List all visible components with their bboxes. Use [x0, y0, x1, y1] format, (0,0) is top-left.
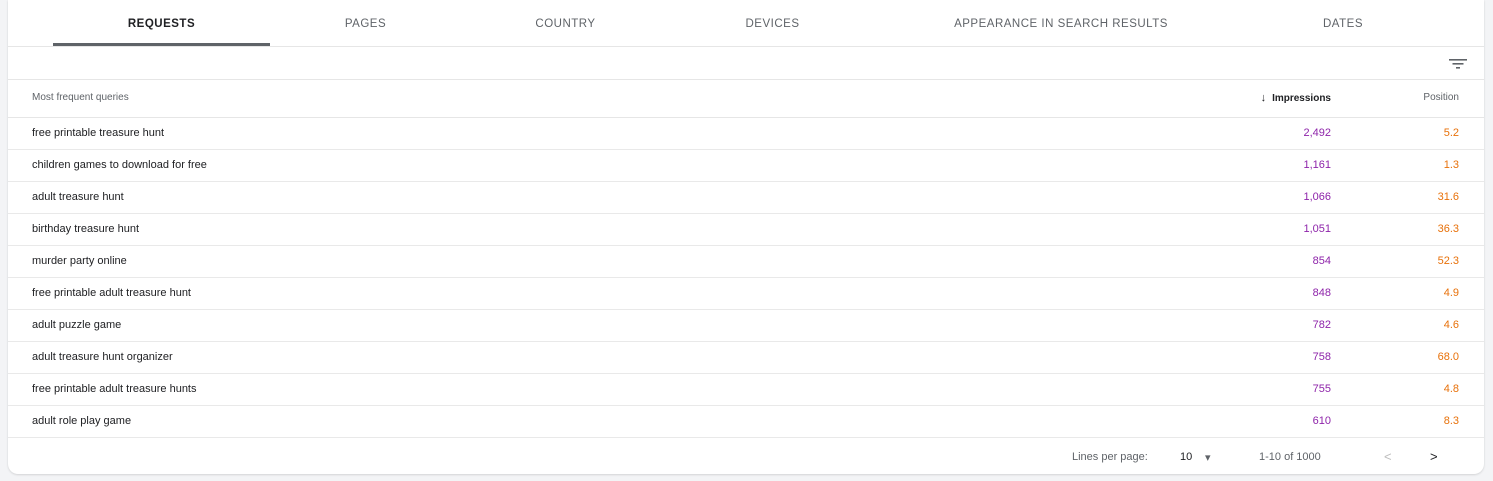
table-row[interactable]: adult treasure hunt organizer 758 68.0	[8, 342, 1484, 374]
page-range-text: 1-10 of 1000	[1259, 451, 1321, 463]
filter-list-icon	[1449, 59, 1467, 69]
query-cell: free printable adult treasure hunts	[32, 383, 197, 395]
position-cell: 31.6	[1437, 191, 1459, 203]
table-header: Most frequent queries ↓ Impressions Posit…	[8, 80, 1484, 118]
query-cell: adult puzzle game	[32, 319, 122, 331]
table-toolbar	[8, 46, 1484, 80]
impressions-cell: 758	[1312, 351, 1331, 363]
tab-pages[interactable]: PAGES	[284, 0, 447, 46]
dimension-tabs: REQUESTS PAGES COUNTRY DEVICES APPEARANC…	[8, 0, 1484, 47]
previous-page-button[interactable]: <	[1384, 449, 1392, 464]
query-cell: adult role play game	[32, 415, 132, 427]
query-cell: free printable adult treasure hunt	[32, 287, 191, 299]
position-cell: 4.6	[1443, 319, 1459, 331]
query-cell: children games to download for free	[32, 159, 207, 171]
performance-card: REQUESTS PAGES COUNTRY DEVICES APPEARANC…	[8, 0, 1484, 474]
table-row[interactable]: adult puzzle game 782 4.6	[8, 310, 1484, 342]
dropdown-caret-icon[interactable]: ▾	[1205, 451, 1211, 464]
query-cell: murder party online	[32, 255, 127, 267]
position-cell: 68.0	[1437, 351, 1459, 363]
table-row[interactable]: children games to download for free 1,16…	[8, 150, 1484, 182]
position-cell: 8.3	[1443, 415, 1459, 427]
table-row[interactable]: free printable treasure hunt 2,492 5.2	[8, 118, 1484, 150]
next-page-button[interactable]: >	[1430, 449, 1438, 464]
impressions-header-label: Impressions	[1272, 93, 1331, 104]
position-cell: 36.3	[1437, 223, 1459, 235]
impressions-cell: 755	[1312, 383, 1331, 395]
table-row[interactable]: birthday treasure hunt 1,051 36.3	[8, 214, 1484, 246]
position-cell: 1.3	[1443, 159, 1459, 171]
position-cell: 52.3	[1437, 255, 1459, 267]
tab-dates[interactable]: DATES	[1253, 0, 1433, 46]
table-row[interactable]: adult role play game 610 8.3	[8, 406, 1484, 438]
query-cell: birthday treasure hunt	[32, 223, 140, 235]
impressions-cell: 1,051	[1303, 223, 1331, 235]
tab-devices[interactable]: DEVICES	[690, 0, 855, 46]
position-cell: 4.9	[1443, 287, 1459, 299]
tab-requests[interactable]: REQUESTS	[53, 0, 270, 46]
query-column-header: Most frequent queries	[32, 92, 129, 103]
tab-country[interactable]: COUNTRY	[478, 0, 653, 46]
impressions-cell: 2,492	[1303, 127, 1331, 139]
lines-per-page-select[interactable]: 10	[1180, 451, 1192, 463]
impressions-cell: 854	[1312, 255, 1331, 267]
table-row[interactable]: adult treasure hunt 1,066 31.6	[8, 182, 1484, 214]
query-cell: adult treasure hunt	[32, 191, 124, 203]
position-column-header[interactable]: Position	[1423, 92, 1459, 103]
table-row[interactable]: free printable adult treasure hunt 848 4…	[8, 278, 1484, 310]
position-cell: 4.8	[1443, 383, 1459, 395]
query-cell: adult treasure hunt organizer	[32, 351, 173, 363]
tab-search-appearance[interactable]: APPEARANCE IN SEARCH RESULTS	[906, 0, 1216, 46]
query-table-body: free printable treasure hunt 2,492 5.2 c…	[8, 118, 1484, 438]
position-cell: 5.2	[1443, 127, 1459, 139]
impressions-cell: 610	[1312, 415, 1331, 427]
table-row[interactable]: free printable adult treasure hunts 755 …	[8, 374, 1484, 406]
pagination-bar: Lines per page: 10 ▾ 1-10 of 1000 < >	[8, 438, 1484, 474]
query-cell: free printable treasure hunt	[32, 127, 165, 139]
impressions-cell: 848	[1312, 287, 1331, 299]
filter-button[interactable]	[1446, 53, 1470, 73]
impressions-cell: 1,161	[1303, 159, 1331, 171]
impressions-column-header[interactable]: ↓ Impressions	[1261, 92, 1331, 104]
impressions-cell: 782	[1312, 319, 1331, 331]
impressions-cell: 1,066	[1303, 191, 1331, 203]
lines-per-page-label: Lines per page:	[1072, 451, 1148, 463]
table-row[interactable]: murder party online 854 52.3	[8, 246, 1484, 278]
arrow-down-icon: ↓	[1260, 92, 1267, 104]
